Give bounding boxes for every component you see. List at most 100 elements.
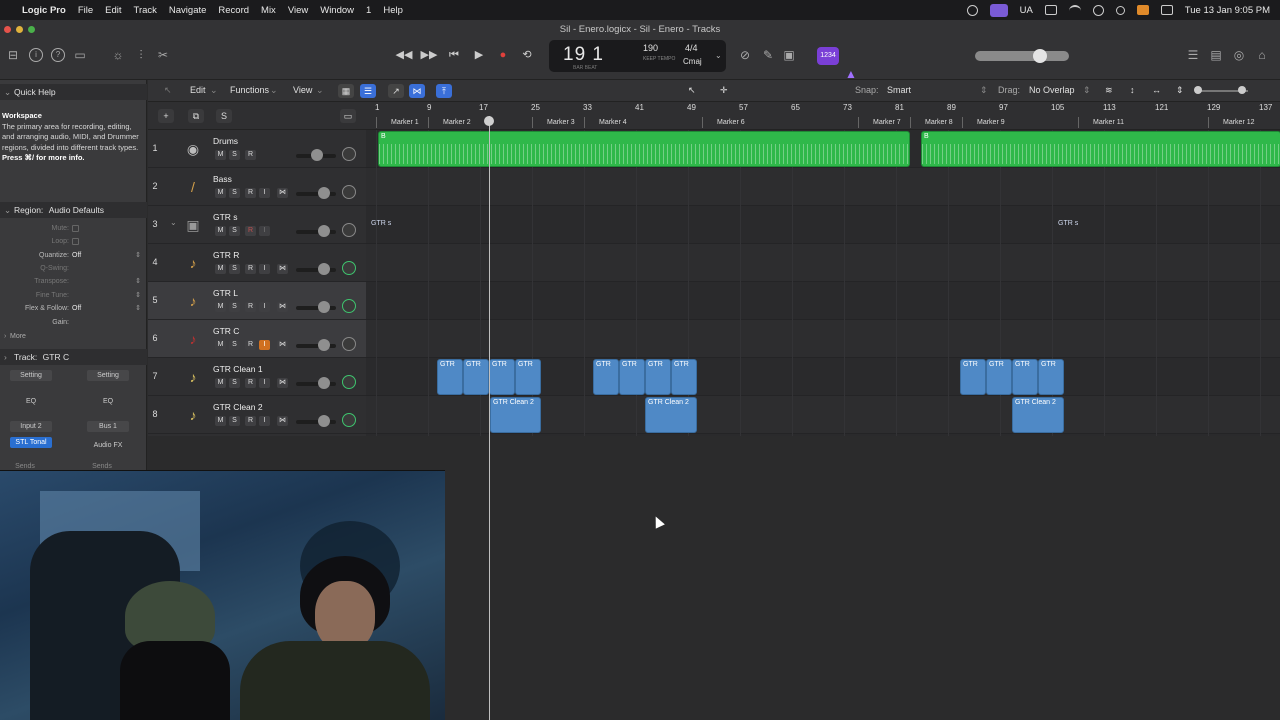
input-monitor-button[interactable]: I bbox=[259, 302, 270, 312]
secondary-tool-icon[interactable]: ✛ bbox=[720, 85, 728, 96]
lane-bass[interactable] bbox=[366, 168, 1280, 206]
track-header-gtr-clean-2[interactable]: 8 ♪ GTR Clean 2 M S R I ⋈ bbox=[148, 396, 366, 434]
pan-knob[interactable] bbox=[342, 337, 356, 351]
cycle-button[interactable]: ⟲ bbox=[518, 47, 536, 63]
bypass-icon[interactable]: ⋈ bbox=[277, 302, 288, 312]
folder-region-label[interactable]: GTR s bbox=[1058, 220, 1078, 227]
audio-region[interactable]: GTR bbox=[619, 359, 645, 395]
param-q-swing[interactable]: Q-Swing: bbox=[0, 262, 147, 275]
plugin-slot[interactable]: STL Tonal bbox=[10, 437, 52, 448]
lcd-mode-chevron-icon[interactable]: ⌄ bbox=[715, 51, 722, 60]
stepper-icon[interactable]: ⇕ bbox=[135, 302, 141, 315]
editors-icon[interactable]: ✂ bbox=[156, 48, 170, 62]
mute-button[interactable]: M bbox=[215, 226, 226, 236]
solo-button[interactable]: S bbox=[229, 378, 240, 388]
media-control-icon[interactable] bbox=[1092, 4, 1104, 16]
browser-icon[interactable]: ⌂ bbox=[1255, 48, 1269, 62]
marker[interactable]: Marker 2 bbox=[428, 117, 471, 128]
param-value[interactable]: Off bbox=[72, 302, 81, 315]
audio-region[interactable]: GTR bbox=[671, 359, 697, 395]
region-inspector-header[interactable]: ⌄ Region: Audio Defaults bbox=[0, 202, 147, 218]
input-monitor-button[interactable]: I bbox=[259, 340, 270, 350]
solo-button[interactable]: S bbox=[229, 264, 240, 274]
track-header-gtr-r[interactable]: 4 ♪ GTR R M S R I ⋈ bbox=[148, 244, 366, 282]
key-signature[interactable]: Cmaj bbox=[683, 57, 702, 66]
param-quantize[interactable]: Quantize: Off ⇕ bbox=[0, 249, 147, 262]
count-in-button[interactable]: 1234 bbox=[817, 47, 839, 65]
track-name[interactable]: Bass bbox=[213, 174, 232, 184]
track-header-gtr-s[interactable]: 3 ⌄ ▣ GTR s M S R I bbox=[148, 206, 366, 244]
setting-button-left[interactable]: Setting bbox=[10, 370, 52, 381]
fast-forward-button[interactable]: ▶▶ bbox=[420, 47, 438, 63]
track-options-icon[interactable]: ▭ bbox=[340, 109, 356, 123]
volume-knob[interactable] bbox=[311, 149, 323, 161]
flex-icon[interactable]: ⋈ bbox=[409, 84, 425, 98]
volume-knob[interactable] bbox=[318, 263, 330, 275]
zoom-slider-knob-2[interactable] bbox=[1238, 86, 1246, 94]
volume-fader[interactable] bbox=[296, 192, 336, 196]
volume-knob[interactable] bbox=[318, 187, 330, 199]
audio-region[interactable]: GTR Clean 2 bbox=[645, 397, 697, 433]
volume-knob[interactable] bbox=[318, 377, 330, 389]
pan-knob[interactable] bbox=[342, 185, 356, 199]
menu-help[interactable]: Help bbox=[383, 5, 403, 16]
mute-button[interactable]: M bbox=[215, 416, 226, 426]
solo-button[interactable]: S bbox=[229, 416, 240, 426]
waveform-zoom-icon[interactable]: ≋ bbox=[1105, 85, 1113, 96]
stepper-icon[interactable]: ⇕ bbox=[135, 289, 141, 302]
track-name[interactable]: GTR Clean 2 bbox=[213, 402, 263, 412]
lcd-display[interactable]: 19 1 BAR BEAT 190 KEEP TEMPO 4/4 Cmaj ⌄ bbox=[549, 40, 726, 72]
record-enable-button[interactable]: R bbox=[245, 150, 256, 160]
menu-file[interactable]: File bbox=[78, 5, 93, 16]
eq-button-left[interactable]: EQ bbox=[10, 396, 52, 407]
track-header-bass[interactable]: 2 / Bass M S R I ⋈ bbox=[148, 168, 366, 206]
pan-knob[interactable] bbox=[342, 299, 356, 313]
bypass-icon[interactable]: ⋈ bbox=[277, 378, 288, 388]
stepper-icon[interactable]: ⇕ bbox=[135, 275, 141, 288]
record-enable-button[interactable]: R bbox=[245, 416, 256, 426]
volume-fader[interactable] bbox=[296, 344, 336, 348]
solo-button[interactable]: S bbox=[229, 226, 240, 236]
input-monitor-button[interactable]: I bbox=[259, 416, 270, 426]
bypass-icon[interactable]: ⋈ bbox=[277, 416, 288, 426]
track-header-gtr-clean-1[interactable]: 7 ♪ GTR Clean 1 M S R I ⋈ bbox=[148, 358, 366, 396]
mute-button[interactable]: M bbox=[215, 188, 226, 198]
input-monitor-button[interactable]: I bbox=[259, 226, 270, 236]
mute-button[interactable]: M bbox=[215, 302, 226, 312]
param-flex-follow[interactable]: Flex & Follow: Off ⇕ bbox=[0, 302, 147, 315]
solo-button[interactable]: S bbox=[229, 340, 240, 350]
record-button[interactable]: ● bbox=[494, 47, 512, 63]
marker[interactable]: Marker 6 bbox=[702, 117, 745, 128]
quick-help-icon[interactable]: ? bbox=[51, 48, 65, 62]
mute-button[interactable]: M bbox=[215, 150, 226, 160]
rewind-button[interactable]: ◀◀ bbox=[395, 47, 413, 63]
output-bus-button[interactable]: Bus 1 bbox=[87, 421, 129, 432]
marker[interactable]: Marker 1 bbox=[376, 117, 419, 128]
marker[interactable]: Marker 12 bbox=[1208, 117, 1255, 128]
drummer-region[interactable]: B bbox=[378, 131, 910, 167]
marker[interactable]: Marker 9 bbox=[962, 117, 1005, 128]
screen-share-icon[interactable] bbox=[989, 3, 1008, 17]
volume-fader[interactable] bbox=[296, 420, 336, 424]
track-name[interactable]: GTR Clean 1 bbox=[213, 364, 263, 374]
track-name[interactable]: GTR C bbox=[213, 326, 239, 336]
menu-edit[interactable]: Edit bbox=[105, 5, 121, 16]
volume-fader[interactable] bbox=[296, 382, 336, 386]
folder-region-label[interactable]: GTR s bbox=[371, 220, 391, 227]
volume-fader[interactable] bbox=[296, 230, 336, 234]
mute-button[interactable]: M bbox=[215, 264, 226, 274]
menu-mix[interactable]: Mix bbox=[261, 5, 276, 16]
track-name[interactable]: GTR s bbox=[213, 212, 238, 222]
more-disclosure[interactable]: › More bbox=[0, 330, 147, 343]
audio-region[interactable]: GTR bbox=[960, 359, 986, 395]
menu-window[interactable]: Window bbox=[320, 5, 354, 16]
control-center-icon[interactable] bbox=[1160, 5, 1173, 15]
functions-menu[interactable]: Functions bbox=[230, 85, 269, 95]
bypass-icon[interactable]: ⋈ bbox=[277, 188, 288, 198]
folder-disclosure-icon[interactable]: ⌄ bbox=[170, 218, 177, 227]
zoom-slider-knob[interactable] bbox=[1194, 86, 1202, 94]
record-enable-button[interactable]: R bbox=[245, 340, 256, 350]
menu-record[interactable]: Record bbox=[218, 5, 249, 16]
tuner-fork-icon[interactable]: ✎ bbox=[761, 48, 775, 62]
track-header-gtr-l[interactable]: 5 ♪ GTR L M S R I ⋈ bbox=[148, 282, 366, 320]
